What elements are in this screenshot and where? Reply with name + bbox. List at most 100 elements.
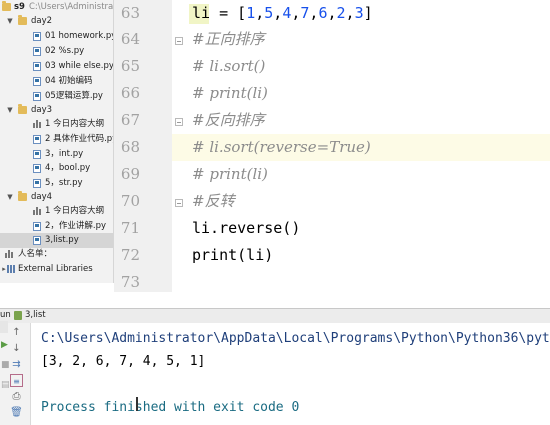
root-name: s9 <box>14 2 25 12</box>
fold-marker-icon[interactable] <box>175 37 183 45</box>
line-number: 63 <box>120 4 140 22</box>
tree-label: External Libraries <box>18 264 93 274</box>
run-label: un <box>0 310 11 320</box>
code-line[interactable]: li = [1,5,4,7,6,2,3] <box>192 0 373 27</box>
line-number: 66 <box>120 84 140 102</box>
python-file-icon <box>33 179 41 188</box>
tree-label: 3，int.py <box>45 149 84 159</box>
tree-file-selected[interactable]: 3,list.py <box>0 233 113 248</box>
fold-marker-icon[interactable] <box>175 118 183 126</box>
tree-folder-day2[interactable]: ▼ day2 <box>0 14 113 29</box>
tree-external-libraries[interactable]: ▸ External Libraries <box>0 262 113 277</box>
console-line-result: [3, 2, 6, 7, 4, 5, 1] <box>41 354 206 369</box>
line-number: 65 <box>120 57 140 75</box>
tree-root[interactable]: s9 C:\Users\Administrat <box>0 0 113 15</box>
code-token: , <box>273 4 283 22</box>
trash-icon[interactable]: 🗑 <box>10 406 23 419</box>
fold-marker-icon[interactable] <box>175 199 183 207</box>
rerun-icon[interactable]: ▶ <box>1 340 8 350</box>
tree-file[interactable]: 人名单： <box>0 247 113 262</box>
tree-file[interactable]: 1 今日内容大纲 <box>0 204 113 219</box>
python-file-icon <box>33 92 41 101</box>
tree-label: 3,list.py <box>45 235 79 245</box>
mouse-cursor <box>136 397 138 411</box>
tree-folder-day4[interactable]: ▼ day4 <box>0 190 113 205</box>
chevron-down-icon[interactable]: ▼ <box>6 103 14 118</box>
scroll-to-end-icon[interactable]: ≡ <box>10 374 23 387</box>
tree-label: day4 <box>31 192 53 202</box>
tree-file[interactable]: 04 初始编码 <box>0 74 113 89</box>
tree-file[interactable]: 4，bool.py <box>0 161 113 176</box>
tree-file[interactable]: 3，int.py <box>0 147 113 162</box>
tree-label: 03 while else.py <box>45 61 114 71</box>
tree-folder-day3[interactable]: ▼ day3 <box>0 103 113 118</box>
tree-file[interactable]: 1 今日内容大纲 <box>0 117 113 132</box>
number-literal: 2 <box>336 4 346 22</box>
python-file-icon <box>33 62 41 71</box>
code-line[interactable]: #正向排序 <box>192 26 265 53</box>
line-number: 69 <box>120 165 140 183</box>
run-config-icon <box>14 311 22 320</box>
project-tree: s9 C:\Users\Administrat ▼ day2 01 homewo… <box>0 0 114 283</box>
tree-file[interactable]: 2 具体作业代码.py <box>0 132 113 147</box>
tree-label: 01 homework.py <box>45 31 114 41</box>
text-file-icon <box>33 120 42 128</box>
code-token: , <box>345 4 355 22</box>
code-line[interactable]: #反向排序 <box>192 107 265 134</box>
run-tab[interactable]: 3,list <box>25 310 46 320</box>
tree-label: 人名单： <box>18 249 53 259</box>
chevron-down-icon[interactable]: ▼ <box>6 14 14 29</box>
python-file-icon <box>33 32 41 41</box>
console-line-exit: Process finished with exit code 0 <box>41 400 300 415</box>
console-line-path: C:\Users\Administrator\AppData\Local\Pro… <box>41 331 550 346</box>
line-number: 73 <box>120 273 140 291</box>
tool-strip <box>0 321 8 333</box>
python-file-icon <box>33 222 41 231</box>
line-number: 67 <box>120 111 140 129</box>
code-line[interactable]: # print(li) <box>192 161 268 188</box>
python-file-icon <box>33 135 41 144</box>
number-literal: 5 <box>264 4 274 22</box>
line-number: 71 <box>120 219 140 237</box>
python-file-icon <box>33 77 41 86</box>
soft-wrap-icon[interactable]: ⇉ <box>10 358 23 371</box>
tree-label: 4，bool.py <box>45 163 91 173</box>
stop-icon[interactable]: ■ <box>1 360 10 370</box>
text-file-icon <box>33 207 42 215</box>
python-file-icon <box>33 47 41 56</box>
line-number: 70 <box>120 192 140 210</box>
run-toolbar: ↑ ↓ ⇉ ≡ ⎙ 🗑 ▶ ■ ▤ <box>0 321 31 425</box>
tree-label: 1 今日内容大纲 <box>45 206 105 216</box>
arrow-up-icon[interactable]: ↑ <box>10 326 23 339</box>
tree-file[interactable]: 5，str.py <box>0 176 113 191</box>
tree-label: 02 %s.py <box>45 46 85 56</box>
code-line[interactable]: # li.sort() <box>192 53 265 80</box>
tree-label: 5，str.py <box>45 178 83 188</box>
code-line[interactable]: print(li) <box>192 242 273 269</box>
arrow-down-icon[interactable]: ↓ <box>10 342 23 355</box>
tree-file[interactable]: 05逻辑运算.py <box>0 89 113 104</box>
code-token: li = [ <box>192 4 247 22</box>
code-line[interactable]: # print(li) <box>192 80 268 107</box>
tree-label: day2 <box>31 16 53 26</box>
code-token: ] <box>363 4 373 22</box>
line-number: 64 <box>120 30 140 48</box>
root-path: C:\Users\Administrat <box>29 2 114 12</box>
print-icon[interactable]: ⎙ <box>10 390 23 403</box>
tree-file[interactable]: 02 %s.py <box>0 44 113 59</box>
line-number: 68 <box>120 138 140 156</box>
tree-label: 1 今日内容大纲 <box>45 119 105 129</box>
pin-icon[interactable]: ▤ <box>1 380 10 390</box>
code-line[interactable]: # li.sort(reverse=True) <box>192 134 371 161</box>
code-line[interactable]: #反转 <box>192 188 235 215</box>
tree-file[interactable]: 03 while else.py <box>0 59 113 74</box>
tree-label: day3 <box>31 105 53 115</box>
python-file-icon <box>33 150 41 159</box>
chevron-down-icon[interactable]: ▼ <box>6 190 14 205</box>
tree-file[interactable]: 2，作业讲解.py <box>0 219 113 234</box>
number-literal: 3 <box>354 4 364 22</box>
code-line[interactable]: li.reverse() <box>192 215 300 242</box>
run-panel-header: un 3,list <box>0 308 550 324</box>
python-file-icon <box>33 236 41 245</box>
tree-file[interactable]: 01 homework.py <box>0 29 113 44</box>
